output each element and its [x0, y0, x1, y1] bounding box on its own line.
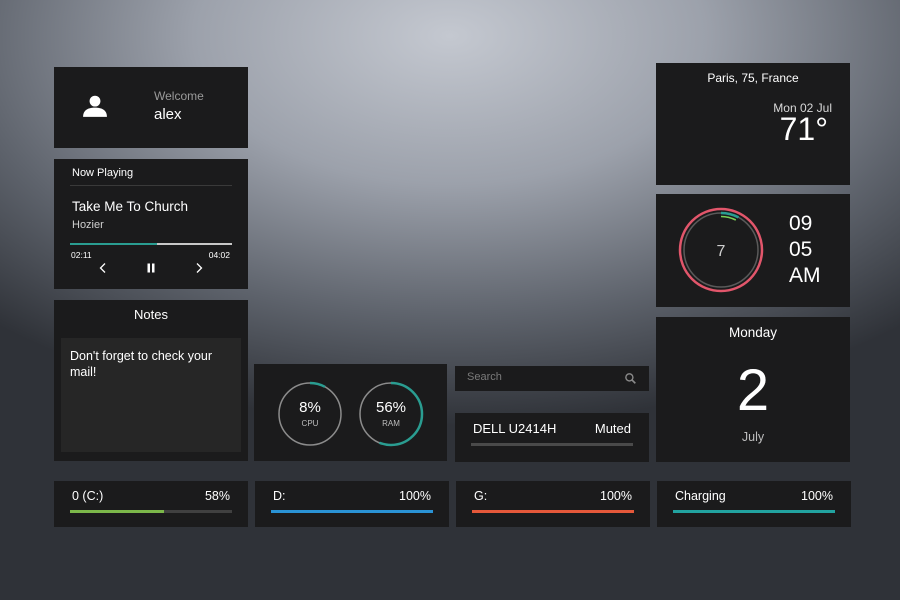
ram-label: RAM: [382, 419, 400, 428]
drive-percent: 100%: [399, 489, 431, 503]
search-input[interactable]: Search: [467, 371, 502, 383]
battery-percent: 100%: [801, 489, 833, 503]
notes-textarea[interactable]: Don't forget to check your mail!: [61, 338, 241, 452]
welcome-label: Welcome: [154, 89, 204, 103]
track-progress-bar[interactable]: [70, 243, 232, 245]
now-playing-header: Now Playing: [72, 167, 134, 179]
user-widget: Welcome alex: [54, 67, 248, 148]
drive-usage-fill: [472, 510, 634, 513]
audio-device-widget: DELL U2414H Muted: [455, 413, 649, 462]
drive-d-widget: D: 100%: [255, 481, 449, 527]
clock-ampm: AM: [789, 264, 821, 287]
track-progress-fill: [70, 243, 158, 245]
search-icon[interactable]: [624, 372, 637, 385]
notes-header: Notes: [134, 307, 168, 322]
drive-usage-bar: [271, 510, 433, 513]
system-stats-widget: 8% CPU 56% RAM: [254, 364, 447, 461]
notes-widget: Notes Don't forget to check your mail!: [54, 300, 248, 461]
user-name: alex: [154, 106, 182, 123]
pause-icon[interactable]: [144, 261, 158, 275]
clock-widget: 7 09 05 AM: [656, 194, 850, 307]
calendar-day: 2: [736, 358, 770, 423]
track-title: Take Me To Church: [72, 199, 189, 214]
weather-widget: Paris, 75, France Mon 02 Jul 71°: [656, 63, 850, 185]
clock-dial-number: 7: [717, 243, 726, 260]
next-track-icon[interactable]: [192, 261, 206, 275]
calendar-widget: Monday 2 July: [656, 317, 850, 462]
cpu-gauge: 8% CPU: [277, 381, 343, 447]
ram-value: 56%: [375, 399, 407, 416]
calendar-weekday: Monday: [728, 325, 778, 340]
battery-level-bar: [673, 510, 835, 513]
drive-label: 0 (C:): [72, 489, 104, 503]
drive-g-widget: G: 100%: [456, 481, 650, 527]
device-name: DELL U2414H: [473, 421, 557, 436]
cpu-label: CPU: [301, 419, 319, 428]
calendar-month: July: [741, 430, 765, 444]
battery-widget: Charging 100%: [657, 481, 851, 527]
weather-temperature: 71°: [779, 111, 828, 147]
elapsed-time: 02:11: [71, 250, 92, 260]
drive-usage-bar: [472, 510, 634, 513]
mute-status[interactable]: Muted: [595, 421, 631, 436]
previous-track-icon[interactable]: [96, 261, 110, 275]
user-icon: [83, 95, 107, 117]
clock-minute: 05: [789, 238, 813, 261]
drive-c-widget: 0 (C:) 58%: [54, 481, 248, 527]
clock-hour: 09: [789, 212, 813, 235]
cpu-value: 8%: [299, 399, 321, 416]
drive-percent: 58%: [204, 489, 230, 503]
battery-level-fill: [673, 510, 835, 513]
volume-bar[interactable]: [471, 443, 633, 446]
total-time: 04:02: [208, 250, 230, 260]
search-box[interactable]: Search: [455, 366, 649, 391]
drive-usage-fill: [70, 510, 164, 513]
drive-label: G:: [474, 489, 488, 503]
drive-label: D:: [273, 489, 286, 503]
now-playing-widget: Now Playing Take Me To Church Hozier 02:…: [54, 159, 248, 289]
track-artist: Hozier: [72, 219, 104, 231]
weather-location: Paris, 75, France: [707, 71, 799, 85]
drive-usage-fill: [271, 510, 433, 513]
ram-gauge: 56% RAM: [358, 381, 424, 447]
clock-dial: 7: [678, 207, 764, 293]
drive-percent: 100%: [600, 489, 632, 503]
battery-status: Charging: [675, 489, 726, 503]
drive-usage-bar: [70, 510, 232, 513]
divider: [70, 185, 232, 186]
